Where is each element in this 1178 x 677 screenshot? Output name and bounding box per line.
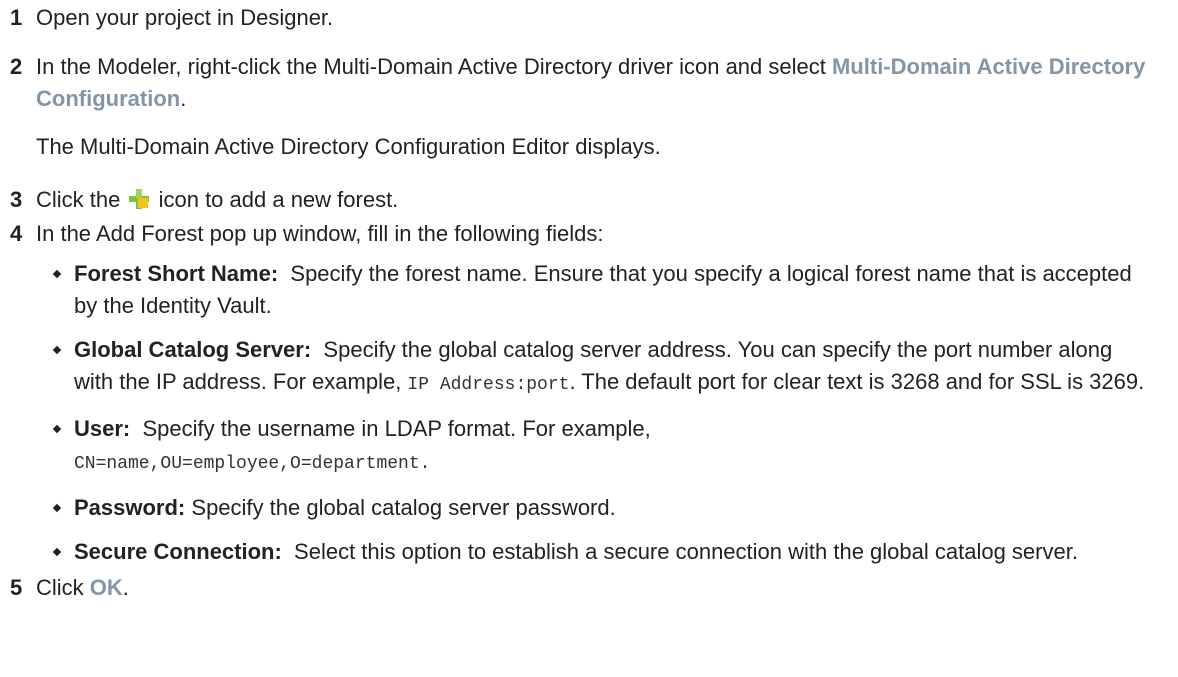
step-text: Click the [36,187,127,212]
field-item-secure-connection: Secure Connection: Select this option to… [52,536,1156,568]
step-body: Click the icon to add a new forest. [36,184,1156,216]
step-3: 3 Click the icon to add a new forest. [10,184,1156,216]
field-item-forest-short-name: Forest Short Name: Specify the forest na… [52,258,1156,322]
field-description-end: . [419,454,431,474]
plus-add-icon [128,187,150,209]
field-description: Select this option to establish a secure… [294,539,1078,564]
code-example: CN=name,OU=employee,O=department [74,454,420,474]
procedure: 1 Open your project in Designer. 2 In th… [0,2,1178,604]
field-label: Forest Short Name: [74,261,279,286]
field-item-password: Password: Specify the global catalog ser… [52,492,1156,524]
step-body: In the Modeler, right-click the Multi-Do… [36,51,1156,115]
ui-term-ok: OK [89,575,123,600]
step-number: 1 [10,5,23,30]
field-label: Secure Connection: [74,539,282,564]
field-description: Specify the username in LDAP format. For… [142,416,651,441]
step-text: Open your project in Designer. [36,5,334,30]
step-1: 1 Open your project in Designer. [10,2,1156,34]
step-number: 4 [10,221,23,246]
step-2-note: The Multi-Domain Active Directory Config… [10,131,1156,163]
field-description: Specify the global catalog server passwo… [191,495,616,520]
field-label: User: [74,416,131,441]
step-4: 4 In the Add Forest pop up window, fill … [10,218,1156,250]
step-number: 2 [10,54,23,79]
step-number: 3 [10,187,23,212]
step-text-end: icon to add a new forest. [152,187,399,212]
step-text-end: . [180,86,187,111]
field-description-end: . The default port for clear text is 326… [569,369,1145,394]
step-body: Click OK. [36,572,1156,604]
field-list: Forest Short Name: Specify the forest na… [10,258,1156,568]
step-text-end: . [122,575,129,600]
code-example: IP Address:port [407,375,570,395]
step-note: The Multi-Domain Active Directory Config… [36,134,661,159]
step-2: 2 In the Modeler, right-click the Multi-… [10,51,1156,115]
step-text: In the Add Forest pop up window, fill in… [36,221,604,246]
step-text: In the Modeler, right-click the Multi-Do… [36,54,832,79]
field-label: Password: [74,495,186,520]
step-number: 5 [10,575,23,600]
field-item-user: User: Specify the username in LDAP forma… [52,413,1156,480]
field-label: Global Catalog Server: [74,337,312,362]
step-5: 5 Click OK. [10,572,1156,604]
field-item-global-catalog-server: Global Catalog Server: Specify the globa… [52,334,1156,401]
step-text: Click [36,575,90,600]
